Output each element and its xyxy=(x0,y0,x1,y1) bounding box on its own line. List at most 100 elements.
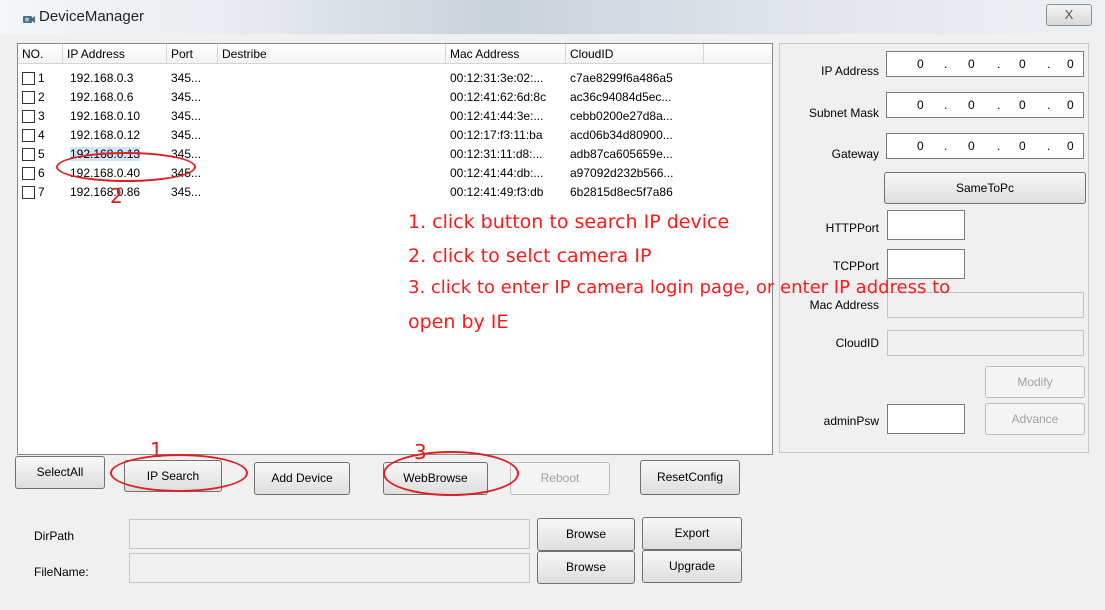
column-cloud-id[interactable]: CloudID xyxy=(566,44,704,64)
camera-icon xyxy=(23,16,35,23)
dir-path-field[interactable] xyxy=(129,519,530,549)
row-number: 4 xyxy=(38,128,45,142)
device-row[interactable]: 7 192.168.0.86 345... 00:12:41:49:f3:db … xyxy=(18,184,772,201)
octet-dot: . xyxy=(1047,98,1051,112)
row-ip: 192.168.0.86 xyxy=(70,185,141,199)
ip-address-field[interactable]: 0 . 0 . 0 . 0 xyxy=(886,51,1084,77)
device-row[interactable]: 4 192.168.0.12 345... 00:12:17:f3:11:ba … xyxy=(18,127,772,144)
row-checkbox[interactable] xyxy=(22,129,35,142)
reboot-button[interactable]: Reboot xyxy=(510,462,610,495)
row-mac: 00:12:41:44:db:... xyxy=(450,166,544,180)
annotation-circle-ip xyxy=(56,152,196,182)
row-checkbox[interactable] xyxy=(22,110,35,123)
row-cloud-id: 6b2815d8ec5f7a86 xyxy=(570,185,673,199)
row-port: 345... xyxy=(171,128,202,142)
admin-password-label: adminPsw xyxy=(823,414,879,428)
row-checkbox[interactable] xyxy=(22,91,35,104)
same-to-pc-button[interactable]: SameToPc xyxy=(884,172,1086,204)
device-list[interactable]: NO. IP Address Port Destribe Mac Address… xyxy=(17,43,773,455)
cloud-id-label: CloudID xyxy=(835,336,879,350)
octet: 0 xyxy=(968,98,975,112)
row-number: 7 xyxy=(38,185,45,199)
octet-dot: . xyxy=(1047,57,1051,71)
column-filler xyxy=(704,44,772,64)
file-name-label: FileName: xyxy=(34,565,89,579)
row-ip: 192.168.0.3 xyxy=(70,71,134,85)
row-mac: 00:12:31:11:d8:... xyxy=(450,147,543,161)
reset-config-button[interactable]: ResetConfig xyxy=(640,460,740,495)
select-all-button[interactable]: SelectAll xyxy=(15,456,105,489)
subnet-mask-field[interactable]: 0 . 0 . 0 . 0 xyxy=(886,92,1084,118)
row-port: 345... xyxy=(171,90,202,104)
device-row[interactable]: 3 192.168.0.10 345... 00:12:41:44:3e:...… xyxy=(18,108,772,125)
device-row[interactable]: 2 192.168.0.6 345... 00:12:41:62:6d:8c a… xyxy=(18,89,772,106)
octet-dot: . xyxy=(944,139,948,153)
device-row[interactable]: 1 192.168.0.3 345... 00:12:31:3e:02:... … xyxy=(18,70,772,87)
device-manager-window: DeviceManager X NO. IP Address Port Dest… xyxy=(0,0,1105,610)
column-port[interactable]: Port xyxy=(167,44,218,64)
octet: 0 xyxy=(1019,139,1026,153)
window-title: DeviceManager xyxy=(39,8,145,25)
device-list-header: NO. IP Address Port Destribe Mac Address… xyxy=(18,44,772,65)
column-ip-address[interactable]: IP Address xyxy=(63,44,167,64)
row-number: 5 xyxy=(38,147,45,161)
ip-address-label: IP Address xyxy=(821,64,879,78)
export-button[interactable]: Export xyxy=(642,517,742,550)
annotation-step-1: 1. click button to search IP device xyxy=(408,211,730,233)
row-checkbox[interactable] xyxy=(22,167,35,180)
tcp-port-field[interactable] xyxy=(887,249,965,279)
admin-password-field[interactable] xyxy=(887,404,965,434)
octet: 0 xyxy=(917,139,924,153)
row-checkbox[interactable] xyxy=(22,148,35,161)
annotation-number-3: 3 xyxy=(414,440,427,464)
subnet-mask-label: Subnet Mask xyxy=(808,106,879,120)
octet-dot: . xyxy=(944,98,948,112)
modify-button[interactable]: Modify xyxy=(985,366,1085,398)
row-checkbox[interactable] xyxy=(22,186,35,199)
browse-file-button[interactable]: Browse xyxy=(537,551,635,584)
row-cloud-id: c7ae8299f6a486a5 xyxy=(570,71,673,85)
browse-dir-button[interactable]: Browse xyxy=(537,518,635,551)
annotation-circle-webbrowse xyxy=(383,451,519,496)
upgrade-button[interactable]: Upgrade xyxy=(642,550,742,583)
octet-dot: . xyxy=(997,57,1001,71)
column-no[interactable]: NO. xyxy=(18,44,63,64)
row-number: 6 xyxy=(38,166,45,180)
octet: 0 xyxy=(917,57,924,71)
dir-path-label: DirPath xyxy=(34,529,75,543)
octet-dot: . xyxy=(944,57,948,71)
row-ip: 192.168.0.12 xyxy=(70,128,141,142)
title-bar: DeviceManager X xyxy=(0,0,1105,34)
close-icon: X xyxy=(1064,7,1074,22)
file-name-field[interactable] xyxy=(129,553,530,583)
annotation-step-3-continued: open by IE xyxy=(408,311,509,333)
row-mac: 00:12:41:44:3e:... xyxy=(450,109,544,123)
advance-button[interactable]: Advance xyxy=(985,403,1085,435)
annotation-step-3: 3. click to enter IP camera login page, … xyxy=(408,277,951,298)
row-mac: 00:12:31:3e:02:... xyxy=(450,71,544,85)
gateway-field[interactable]: 0 . 0 . 0 . 0 xyxy=(886,133,1084,159)
row-cloud-id: a97092d232b566... xyxy=(570,166,674,180)
octet: 0 xyxy=(1067,57,1074,71)
annotation-number-1: 1 xyxy=(150,438,163,462)
add-device-button[interactable]: Add Device xyxy=(254,462,350,495)
octet: 0 xyxy=(968,57,975,71)
row-number: 3 xyxy=(38,109,45,123)
row-checkbox[interactable] xyxy=(22,72,35,85)
http-port-field[interactable] xyxy=(887,210,965,240)
close-button[interactable]: X xyxy=(1046,4,1092,26)
octet-dot: . xyxy=(1047,139,1051,153)
octet: 0 xyxy=(1019,57,1026,71)
http-port-label: HTTPPort xyxy=(825,221,879,235)
row-cloud-id: acd06b34d80900... xyxy=(570,128,673,142)
row-number: 1 xyxy=(38,71,45,85)
annotation-circle-search xyxy=(110,454,248,492)
octet: 0 xyxy=(968,139,975,153)
column-describe[interactable]: Destribe xyxy=(218,44,446,64)
column-mac-address[interactable]: Mac Address xyxy=(446,44,566,64)
octet-dot: . xyxy=(997,139,1001,153)
row-cloud-id: ac36c94084d5ec... xyxy=(570,90,672,104)
row-cloud-id: adb87ca605659e... xyxy=(570,147,673,161)
row-ip: 192.168.0.6 xyxy=(70,90,134,104)
row-mac: 00:12:41:62:6d:8c xyxy=(450,90,547,104)
